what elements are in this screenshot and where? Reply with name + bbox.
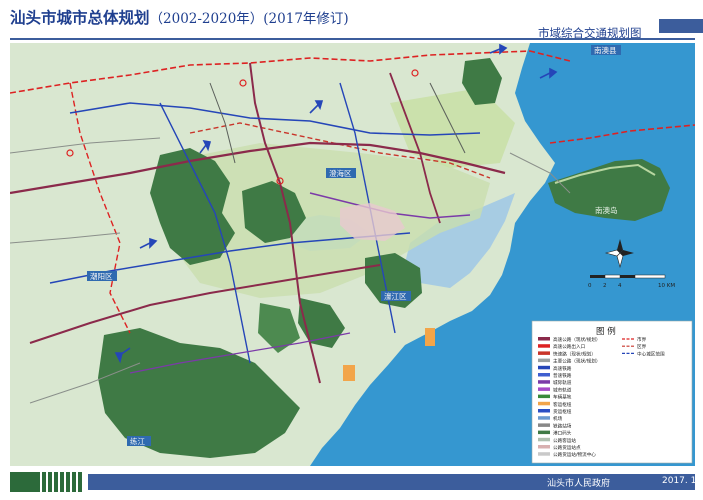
legend-swatch [538, 387, 550, 391]
legend-swatch [538, 409, 550, 413]
legend-item-label: 港口码头 [553, 430, 572, 437]
legend-swatch [538, 365, 550, 370]
legend-item-label: 中心城区范围 [637, 350, 665, 357]
map-panel[interactable]: 潮阳区 濠江区 澄海区 南澳县 练江 南澳岛 0 2 4 10 KM 图 例 高… [10, 43, 695, 466]
place-label-chaoyang: 潮阳区 [90, 271, 113, 281]
legend-swatch [538, 452, 550, 456]
place-label-haojiang: 濠江区 [384, 291, 407, 301]
legend-item-label: 城市轨道 [553, 386, 572, 393]
title-period: （2002-2020年）(2017年修订) [149, 11, 349, 27]
legend-swatch [538, 337, 550, 341]
legend-swatch [538, 445, 550, 449]
title-main: 汕头市城市总体规划 [10, 9, 150, 27]
legend-item-label: 机场 [553, 415, 563, 422]
place-label-lianjiang: 练江 [130, 436, 145, 446]
scale-tick: 4 [618, 283, 622, 289]
port-marker [425, 328, 435, 346]
scale-tick: 0 [588, 283, 592, 289]
legend-item-label: 高速公路出入口 [553, 343, 586, 350]
legend-swatch [538, 351, 550, 355]
legend-item-label: 快速路（现状/规划） [553, 350, 596, 357]
legend-item-label: 公路货运站点 [553, 444, 581, 451]
legend-item-label: 铁路站场 [553, 422, 572, 429]
scale-tick: 10 KM [658, 283, 675, 289]
scale-tick: 2 [603, 283, 607, 289]
footer-stripes [10, 472, 82, 492]
legend: 图 例 高速公路（现状/规划）高速公路出入口快速路（现状/规划）主要公路（现状/… [531, 320, 693, 464]
legend-swatch [538, 358, 550, 363]
legend-swatch [538, 401, 550, 406]
legend-item-label: 高速公路（现状/规划） [553, 336, 601, 343]
footer-issuer: 汕头市人民政府 [547, 479, 611, 489]
legend-swatch [538, 344, 550, 348]
legend-swatch [538, 430, 550, 435]
legend-swatch [538, 416, 550, 420]
place-label-chenghai: 澄海区 [329, 168, 352, 178]
legend-item-label: 区界 [637, 344, 647, 350]
page-title: 汕头市城市总体规划（2002-2020年）(2017年修订) [10, 6, 349, 28]
legend-item-label: 高速铁路 [553, 365, 572, 372]
legend-item-label: 城际轨道 [553, 379, 572, 386]
port-marker [343, 365, 355, 381]
footer-date: 2017. 1 [662, 476, 697, 486]
legend-swatch [538, 423, 550, 427]
place-label-nanao: 南澳县 [594, 45, 617, 55]
legend-title: 图 例 [596, 326, 616, 337]
header-rule [10, 38, 695, 40]
place-label-nanao-island: 南澳岛 [595, 205, 618, 215]
legend-item-label: 市界 [637, 336, 647, 343]
legend-item-label: 公路货运站/物流中心 [553, 451, 596, 458]
legend-item-label: 公路客运站 [553, 437, 576, 444]
header-accent-block [659, 19, 703, 33]
legend-swatch [538, 394, 550, 399]
legend-item-label: 货运枢纽 [553, 408, 572, 415]
legend-item-label: 普速铁路 [553, 372, 572, 379]
legend-item-label: 主要公路（现状/规划） [553, 358, 601, 365]
legend-item-label: 车辆基地 [553, 394, 572, 401]
legend-item-label: 客运枢纽 [553, 401, 572, 408]
map-canvas[interactable]: 潮阳区 濠江区 澄海区 南澳县 练江 南澳岛 0 2 4 10 KM 图 例 高… [10, 43, 695, 466]
legend-swatch [538, 437, 550, 442]
legend-swatch [538, 380, 550, 384]
legend-swatch [538, 373, 550, 377]
